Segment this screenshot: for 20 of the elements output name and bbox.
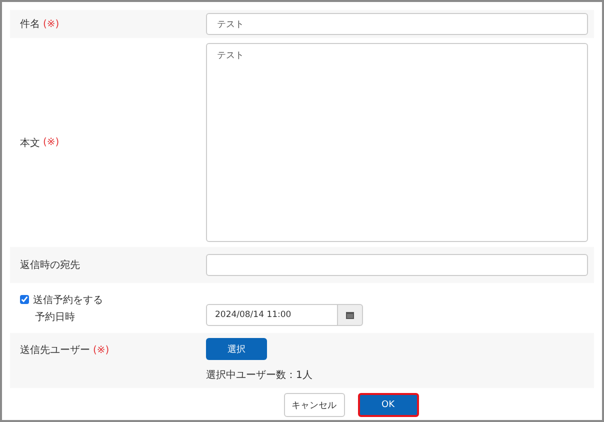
text-field[interactable] bbox=[206, 254, 588, 276]
ok-button[interactable]: OK bbox=[358, 393, 418, 417]
calendar-button[interactable] bbox=[338, 304, 363, 326]
calendar-icon bbox=[346, 311, 354, 319]
required-mark: (※) bbox=[43, 137, 60, 148]
cancel-button[interactable]: キャンセル bbox=[284, 393, 344, 417]
field-label: 本文 bbox=[20, 136, 40, 150]
text-field[interactable]: テスト bbox=[206, 13, 588, 35]
user-count: 選択中ユーザー数：1人 bbox=[206, 368, 312, 382]
date-field[interactable]: 2024/08/14 11:00 bbox=[206, 304, 338, 326]
text-area[interactable]: テスト bbox=[206, 43, 588, 242]
checkbox-label: 送信予約をする bbox=[33, 294, 103, 306]
checkbox[interactable] bbox=[20, 295, 29, 304]
field-label: 送信先ユーザー bbox=[20, 344, 90, 357]
required-mark: (※) bbox=[93, 344, 110, 356]
required-mark: (※) bbox=[43, 18, 60, 30]
select-button[interactable]: 選択 bbox=[206, 338, 267, 360]
field-label: 返信時の宛先 bbox=[20, 258, 80, 272]
field-label: 件名 bbox=[20, 18, 40, 31]
field-label: 予約日時 bbox=[34, 310, 76, 324]
